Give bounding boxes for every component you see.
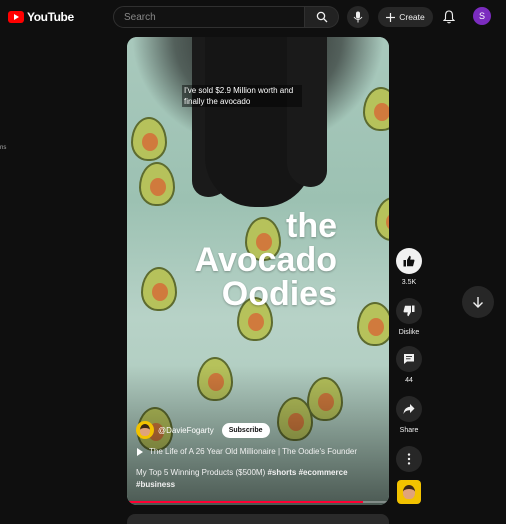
search-placeholder: Search [124,11,156,23]
avatar-initial: S [478,11,485,21]
avocado-print [139,162,175,206]
play-icon [137,447,143,456]
overlay-title-line: the [286,207,337,245]
mic-icon [353,11,363,23]
comment-icon [404,354,414,364]
plus-icon [386,12,396,22]
share-circle [396,396,422,422]
video-hair-right [287,37,327,187]
next-short-button[interactable] [462,286,494,318]
hashtags[interactable]: #shorts #ecommerce [267,468,347,477]
account-avatar[interactable]: S [473,7,491,25]
overlay-title-line: Oodies [221,275,337,313]
dislike-label: Dislike [398,329,420,336]
like-button[interactable]: 3.5K [394,248,424,286]
channel-avatar[interactable] [136,421,154,439]
comments-circle [396,346,422,372]
video-description[interactable]: My Top 5 Winning Products ($500M) #short… [136,467,376,491]
channel-row: @DavieFogarty Subscribe [136,421,270,439]
voice-search-button[interactable] [347,6,369,28]
more-icon [407,453,411,465]
more-circle [396,446,422,472]
comments-button[interactable]: 44 [394,346,424,384]
channel-avatar-face [140,424,150,436]
next-video-preview[interactable] [127,514,389,524]
dislike-circle [396,298,422,324]
overlay-title-line: Avocado [194,241,337,279]
bell-icon [443,10,455,24]
comment-count: 44 [405,377,413,384]
create-button[interactable]: Create [378,7,433,27]
progress-fill [127,501,363,503]
search-icon [316,11,327,23]
youtube-logo[interactable]: YouTube [8,10,74,24]
share-icon [403,404,415,414]
description-text: My Top 5 Winning Products ($500M) [136,468,268,477]
youtube-logo-icon [8,11,24,23]
top-bar: YouTube Search Create S [0,0,506,34]
channel-handle[interactable]: @DavieFogarty [158,426,214,435]
audio-thumbnail[interactable] [397,480,421,504]
avocado-print [357,302,389,346]
dislike-button[interactable]: Dislike [394,298,424,336]
audio-thumbnail-face [403,485,415,499]
search-button[interactable] [305,6,339,28]
arrow-down-icon [473,297,483,308]
logo-text: YouTube [27,10,74,24]
more-actions-button[interactable] [394,446,424,472]
overlay-title: the Avocado Oodies [195,209,337,311]
notifications-button[interactable] [442,9,456,25]
create-label: Create [399,12,425,22]
playlist-link[interactable]: The Life of A 26 Year Old Millionaire | … [137,447,357,456]
video-caption: I've sold $2.9 Million worth and finally… [182,85,302,107]
shorts-video-player[interactable]: I've sold $2.9 Million worth and finally… [127,37,389,505]
like-count: 3.5K [401,279,417,286]
subscribe-button[interactable]: Subscribe [221,422,270,438]
like-icon [403,255,415,267]
dislike-icon [403,305,415,317]
like-circle [396,248,422,274]
progress-bar[interactable] [127,501,389,503]
sidebar-fragment: ns [0,145,7,151]
avocado-print [141,267,177,311]
search-input[interactable]: Search [113,6,305,28]
hashtags[interactable]: #business [136,480,175,489]
playlist-title: The Life of A 26 Year Old Millionaire | … [149,447,358,456]
share-button[interactable]: Share [394,396,424,434]
avocado-print [131,117,167,161]
share-label: Share [399,427,419,434]
